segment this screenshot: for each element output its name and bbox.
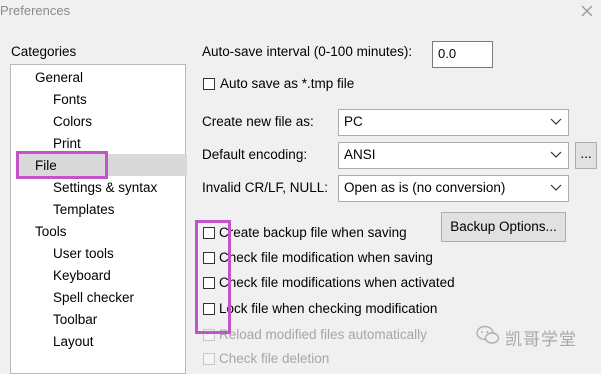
categories-tree[interactable]: General Fonts Colors Print File Settings…: [10, 64, 187, 374]
tree-item-colors[interactable]: Colors: [53, 112, 92, 132]
encoding-select[interactable]: ANSI: [338, 142, 569, 169]
categories-heading: Categories: [11, 44, 77, 59]
tree-item-tools[interactable]: Tools: [35, 222, 67, 242]
create-backup-label: Create backup file when saving: [219, 225, 407, 240]
new-file-value: PC: [344, 114, 363, 129]
chevron-down-icon: [550, 184, 562, 191]
tree-item-spell-checker[interactable]: Spell checker: [53, 288, 134, 308]
check-mod-saving-label: Check file modification when saving: [219, 250, 433, 265]
tree-item-templates[interactable]: Templates: [53, 200, 115, 220]
close-icon: [581, 5, 593, 17]
reload-modified-label: Reload modified files automatically: [219, 327, 427, 342]
tree-item-user-tools[interactable]: User tools: [53, 244, 114, 264]
encoding-label: Default encoding:: [202, 147, 308, 162]
wechat-icon: [476, 325, 500, 344]
encoding-more-button[interactable]: ...: [575, 142, 597, 169]
new-file-label: Create new file as:: [202, 114, 314, 129]
autosave-tmp-checkbox[interactable]: [203, 78, 215, 90]
tree-item-toolbar[interactable]: Toolbar: [53, 310, 97, 330]
close-button[interactable]: [579, 0, 595, 20]
tree-item-layout[interactable]: Layout: [53, 332, 94, 352]
encoding-value: ANSI: [344, 147, 376, 162]
autosave-interval-label: Auto-save interval (0-100 minutes):: [202, 44, 413, 59]
file-highlight-box: [16, 151, 108, 179]
backup-options-button[interactable]: Backup Options...: [441, 212, 566, 242]
tree-item-general[interactable]: General: [35, 68, 83, 88]
tree-item-settings-syntax[interactable]: Settings & syntax: [53, 178, 157, 198]
checkbox-highlight-box: [195, 220, 231, 334]
window-title: Preferences: [0, 3, 71, 18]
autosave-tmp-label: Auto save as *.tmp file: [220, 76, 355, 91]
watermark-text: 凯哥学堂: [505, 330, 577, 349]
tree-item-keyboard[interactable]: Keyboard: [53, 266, 111, 286]
autosave-interval-input[interactable]: 0.0: [432, 41, 493, 68]
crlf-label: Invalid CR/LF, NULL:: [202, 180, 329, 195]
tree-item-fonts[interactable]: Fonts: [53, 90, 87, 110]
chevron-down-icon: [550, 118, 562, 125]
check-deletion-label: Check file deletion: [219, 351, 330, 366]
crlf-select[interactable]: Open as is (no conversion): [338, 175, 569, 202]
check-mod-activated-label: Check file modifications when activated: [219, 275, 455, 290]
check-deletion-checkbox[interactable]: [203, 353, 215, 365]
lock-file-label: Lock file when checking modification: [219, 301, 438, 316]
crlf-value: Open as is (no conversion): [344, 180, 506, 195]
chevron-down-icon: [550, 151, 562, 158]
new-file-select[interactable]: PC: [338, 109, 569, 136]
